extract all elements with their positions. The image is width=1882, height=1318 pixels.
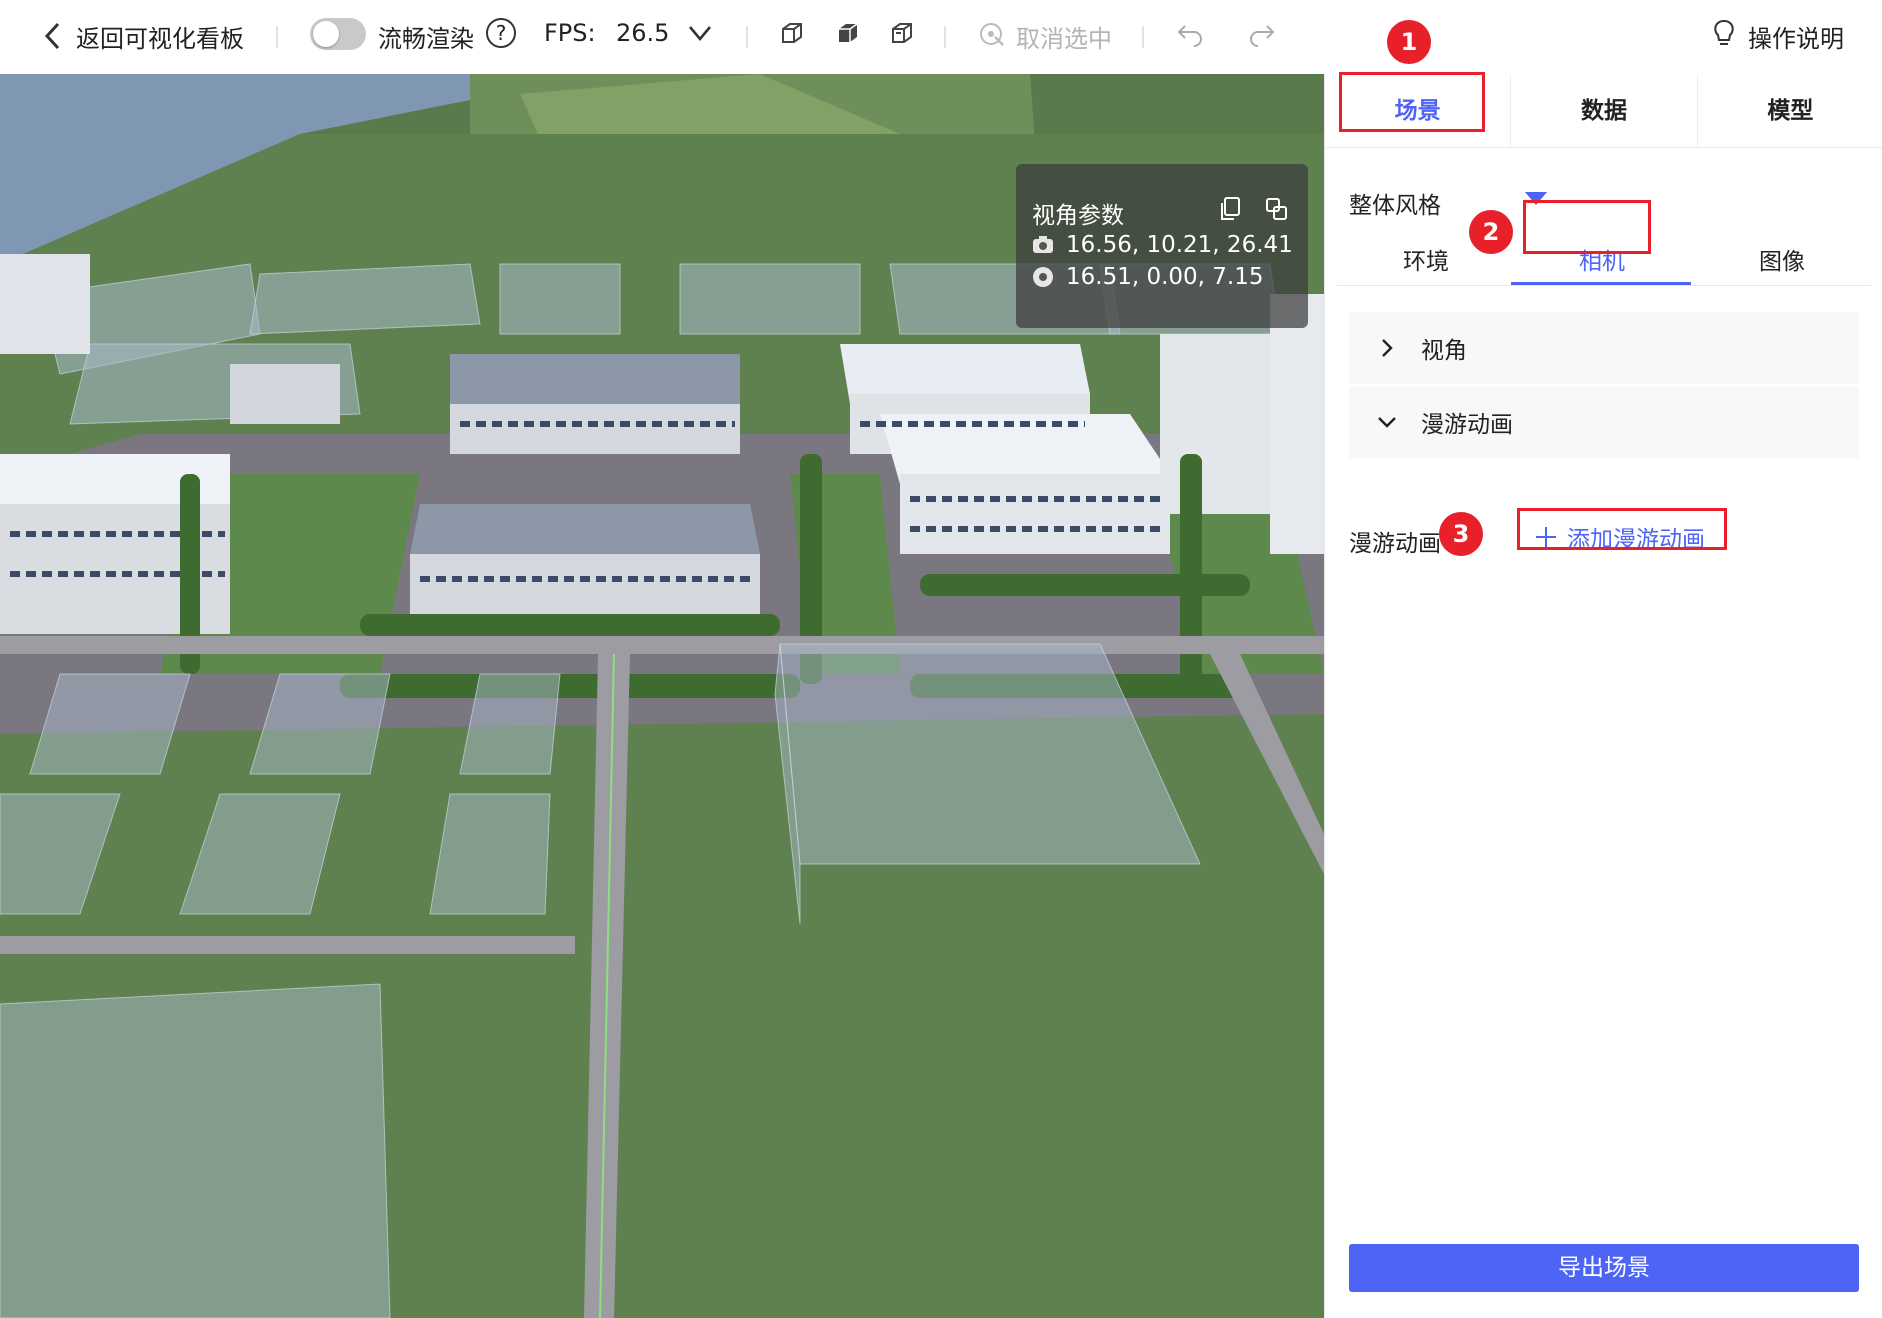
overall-style-label: 整体风格 <box>1349 193 1441 219</box>
subtab-image[interactable]: 图像 <box>1693 242 1871 276</box>
copy-icon[interactable] <box>1218 196 1242 222</box>
fps-label: FPS: <box>544 19 596 47</box>
chevron-left-icon <box>44 22 60 50</box>
section-roam-animation-label: 漫游动画 <box>1421 412 1513 438</box>
roam-animation-label: 漫游动画 <box>1349 531 1441 557</box>
toolbar-divider <box>1142 26 1144 48</box>
fps-value: 26.5 <box>616 19 670 47</box>
undo-icon[interactable] <box>1176 20 1204 48</box>
toolbar-divider <box>944 26 946 48</box>
guide-label[interactable]: 操作说明 <box>1748 19 1844 54</box>
deselect-icon[interactable] <box>978 20 1006 48</box>
cube-outline-icon[interactable] <box>888 20 916 48</box>
tab-model[interactable]: 模型 <box>1698 74 1882 147</box>
section-view-angle-label: 视角 <box>1421 338 1467 364</box>
camera-icon <box>1033 236 1053 253</box>
solid-cube-icon[interactable] <box>834 20 862 48</box>
annotation-badge-3: 3 <box>1439 512 1483 556</box>
redo-icon[interactable] <box>1248 20 1276 48</box>
tab-data[interactable]: 数据 <box>1511 74 1698 147</box>
scene-viewport[interactable]: 视角参数 16.56, 10.21, 26.41 16.51, 0.00, 7.… <box>0 74 1324 1318</box>
target-position-row: 16.51, 0.00, 7.15 <box>1032 264 1264 290</box>
settings-panel: 场景 数据 模型 1 整体风格 环境 相机 图像 2 视角 漫游动画 漫游动画 … <box>1324 20 1882 1318</box>
smooth-render-label: 流畅渲染 <box>378 25 474 53</box>
help-icon[interactable]: ? <box>486 18 516 48</box>
camera-position-row: 16.56, 10.21, 26.41 <box>1032 232 1293 258</box>
chevron-down-icon[interactable] <box>686 18 714 48</box>
deselect-label[interactable]: 取消选中 <box>1016 19 1112 54</box>
paste-icon[interactable] <box>1264 196 1288 222</box>
annotation-box-2 <box>1523 200 1651 254</box>
camera-position-value: 16.56, 10.21, 26.41 <box>1066 232 1293 258</box>
export-scene-button[interactable]: 导出场景 <box>1349 1244 1859 1292</box>
annotation-badge-1: 1 <box>1387 20 1431 64</box>
annotation-box-1 <box>1339 72 1485 132</box>
annotation-badge-2: 2 <box>1469 210 1513 254</box>
back-to-dashboard-button[interactable]: 返回可视化看板 <box>40 18 244 54</box>
wireframe-cube-icon[interactable] <box>778 20 806 48</box>
toolbar-divider <box>276 26 278 48</box>
toolbar-divider <box>746 26 748 48</box>
smooth-render-toggle[interactable] <box>310 18 366 50</box>
lightbulb-icon[interactable] <box>1712 18 1736 50</box>
chevron-right-icon <box>1382 339 1393 357</box>
target-position-value: 16.51, 0.00, 7.15 <box>1066 264 1264 290</box>
section-view-angle[interactable]: 视角 <box>1349 312 1859 384</box>
subtab-active-indicator <box>1511 282 1691 285</box>
camera-params-panel: 视角参数 16.56, 10.21, 26.41 16.51, 0.00, 7.… <box>1016 164 1308 328</box>
annotation-box-3 <box>1517 508 1727 550</box>
chevron-down-icon <box>1378 417 1396 428</box>
section-roam-animation[interactable]: 漫游动画 <box>1349 386 1859 458</box>
back-label: 返回可视化看板 <box>76 24 244 53</box>
camera-params-title: 视角参数 <box>1032 203 1124 229</box>
eye-icon <box>1033 267 1053 287</box>
top-toolbar: 返回可视化看板 流畅渲染 ? FPS: 26.5 取消选中 操作说明 <box>0 0 1882 74</box>
